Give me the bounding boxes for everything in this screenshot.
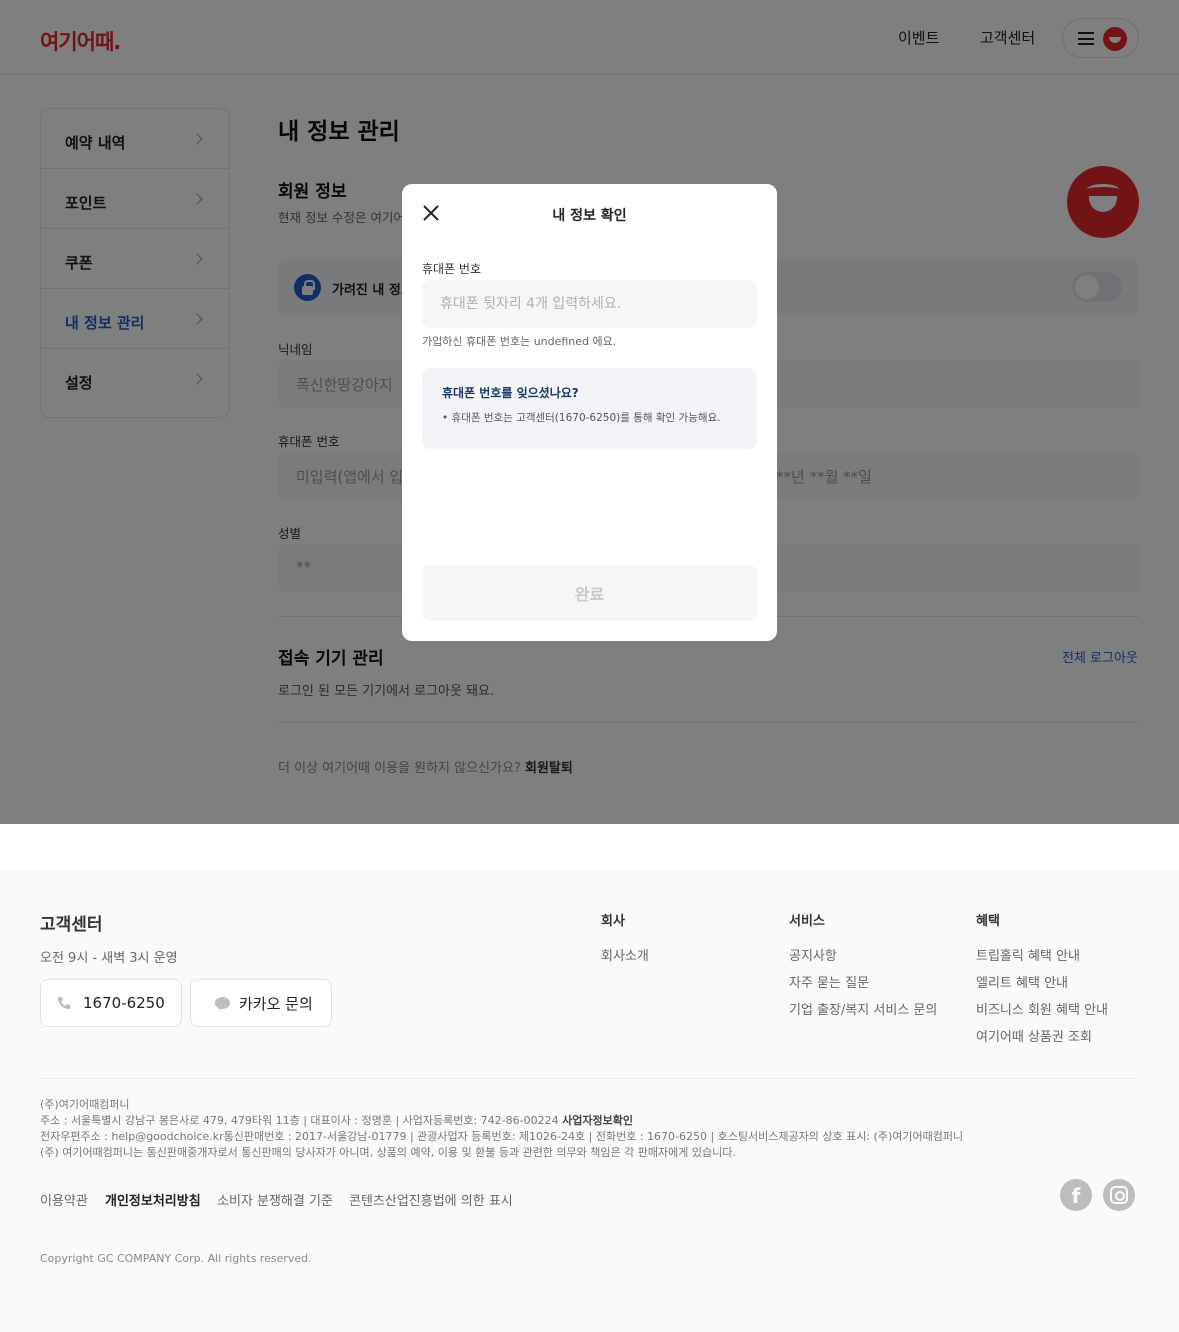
verify-info-modal: 내 정보 확인 휴대폰 번호 가입하신 휴대폰 번호는 undefined 에요… bbox=[402, 184, 777, 641]
footer-disclaimer: (주) 여기어때컴퍼니는 통신판매중개자로서 통신판매의 당사자가 아니며, 상… bbox=[40, 1146, 736, 1159]
footer-link[interactable]: 엘리트 혜택 안내 bbox=[976, 972, 1068, 991]
footer-contact: 전자우편주소 : help@goodchoice.kr통신판매번호 : 2017… bbox=[40, 1130, 964, 1143]
footer-link[interactable]: 비즈니스 회원 혜택 안내 bbox=[976, 999, 1108, 1018]
forgot-phone-title: 휴대폰 번호를 잊으셨나요? bbox=[442, 386, 579, 400]
footer-divider bbox=[40, 1078, 1135, 1079]
footer-support-title: 고객센터 bbox=[40, 915, 103, 935]
dispute-link[interactable]: 소비자 분쟁해결 기준 bbox=[217, 1190, 333, 1209]
footer-service-title: 서비스 bbox=[789, 914, 825, 929]
chat-bubble-icon bbox=[215, 997, 230, 1010]
footer-link[interactable]: 트립홀릭 혜택 안내 bbox=[976, 945, 1080, 964]
content-law-link[interactable]: 콘텐츠산업진흥법에 의한 표시 bbox=[349, 1190, 513, 1209]
footer-link[interactable]: 회사소개 bbox=[601, 945, 649, 964]
privacy-policy-link[interactable]: 개인정보처리방침 bbox=[105, 1190, 201, 1209]
biz-info-check-link[interactable]: 사업자정보확인 bbox=[562, 1114, 633, 1127]
footer-link[interactable]: 기업 출장/복지 서비스 문의 bbox=[789, 999, 937, 1018]
phone-icon bbox=[58, 997, 70, 1009]
forgot-phone-body: • 휴대폰 번호는 고객센터(1670-6250)를 통해 확인 가능해요. bbox=[442, 412, 721, 424]
kakao-label: 카카오 문의 bbox=[239, 994, 313, 1013]
footer-company-name: (주)여기어때컴퍼니 bbox=[40, 1098, 130, 1111]
modal-phone-label: 휴대폰 번호 bbox=[422, 262, 482, 276]
footer-benefit-title: 혜택 bbox=[976, 914, 1000, 929]
footer-hours: 오전 9시 - 새벽 3시 운영 bbox=[40, 951, 178, 966]
instagram-glyph bbox=[1110, 1186, 1128, 1204]
footer-link[interactable]: 공지사항 bbox=[789, 945, 837, 964]
modal-title: 내 정보 확인 bbox=[552, 208, 627, 224]
terms-link[interactable]: 이용약관 bbox=[40, 1190, 88, 1209]
instagram-icon[interactable] bbox=[1103, 1179, 1135, 1211]
footer-company-title: 회사 bbox=[601, 914, 625, 929]
phone-hint: 가입하신 휴대폰 번호는 undefined 에요. bbox=[422, 335, 617, 348]
copyright: Copyright GC COMPANY Corp. All rights re… bbox=[40, 1252, 312, 1265]
footer-link[interactable]: 자주 묻는 질문 bbox=[789, 972, 869, 991]
kakao-inquiry-button[interactable]: 카카오 문의 bbox=[190, 979, 332, 1027]
phone-button[interactable]: 1670-6250 bbox=[40, 979, 182, 1027]
facebook-icon[interactable]: f bbox=[1060, 1179, 1092, 1211]
site-footer: 고객센터 오전 9시 - 새벽 3시 운영 1670-6250 카카오 문의 회… bbox=[0, 870, 1179, 1332]
phone-number: 1670-6250 bbox=[83, 994, 165, 1012]
forgot-phone-box: 휴대폰 번호를 잊으셨나요? • 휴대폰 번호는 고객센터(1670-6250)… bbox=[422, 368, 757, 449]
footer-address-row: 주소 : 서울특별시 강남구 봉은사로 479, 479타워 11층 | 대표이… bbox=[40, 1112, 633, 1128]
footer-address: 주소 : 서울특별시 강남구 봉은사로 479, 479타워 11층 | 대표이… bbox=[40, 1114, 559, 1127]
phone-last4-input[interactable] bbox=[422, 280, 757, 328]
footer-link[interactable]: 여기어때 상품권 조회 bbox=[976, 1026, 1092, 1045]
submit-button[interactable]: 완료 bbox=[422, 565, 757, 621]
